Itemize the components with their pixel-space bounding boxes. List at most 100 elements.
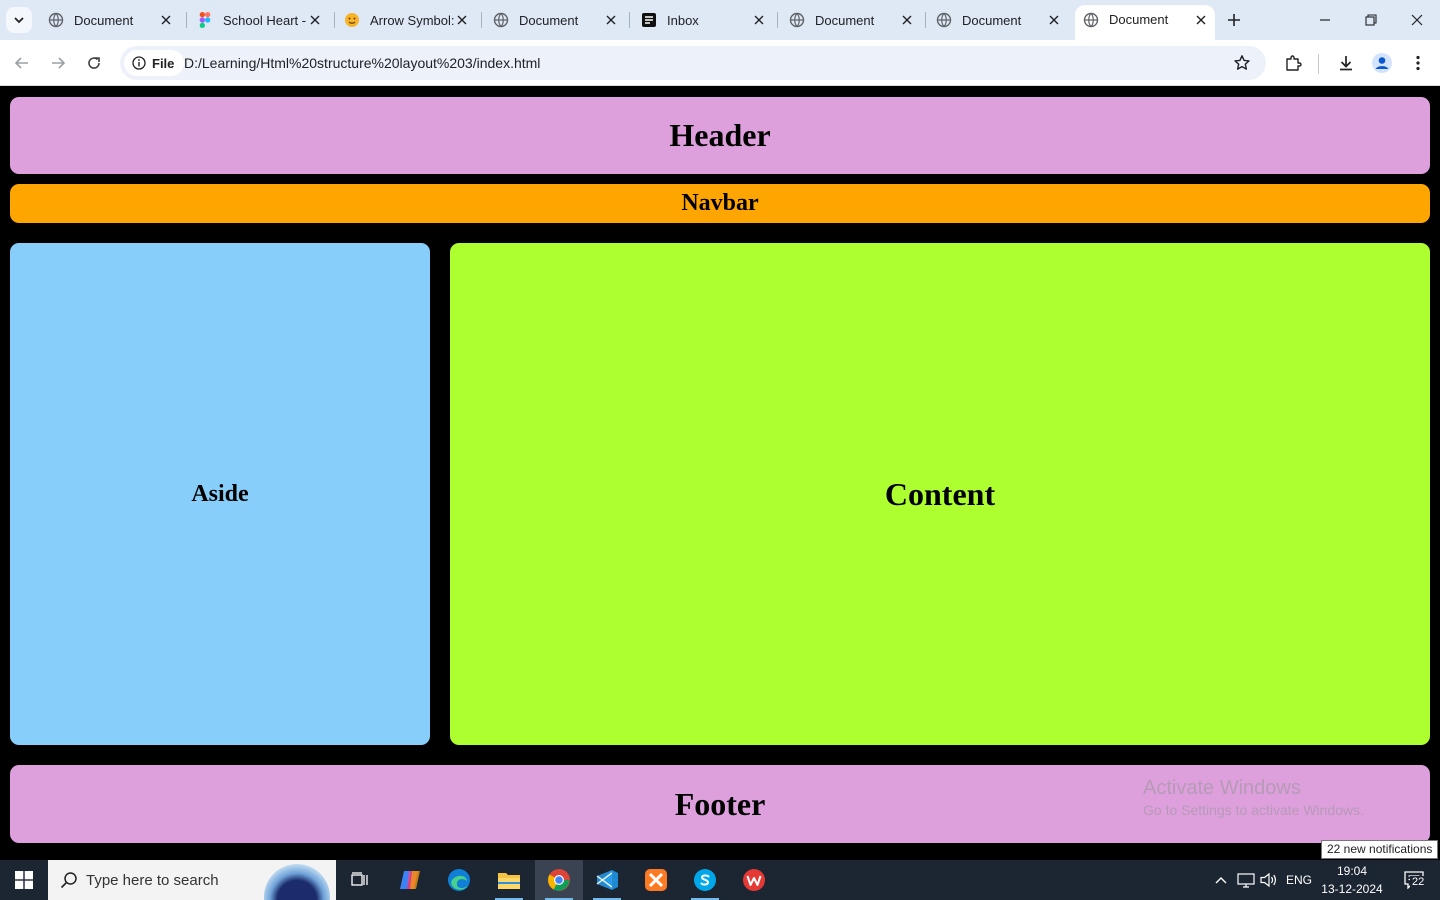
reload-icon (88, 57, 100, 69)
tab-separator (334, 12, 335, 28)
extensions-button[interactable] (1279, 49, 1307, 77)
tab-title: School Heart - (223, 12, 307, 28)
page-viewport: Header Navbar Aside Content Footer (0, 87, 1440, 860)
minimize-icon (1320, 19, 1330, 21)
tab-school-heart[interactable]: School Heart - (189, 6, 329, 34)
wps-office-icon[interactable] (730, 860, 778, 900)
profile-button[interactable] (1368, 49, 1396, 77)
chevron-up-icon[interactable] (1210, 860, 1232, 900)
search-highlight-art (264, 864, 330, 900)
globe-icon (48, 12, 64, 28)
tab-separator (925, 12, 926, 28)
volume-icon[interactable] (1258, 860, 1280, 900)
task-view-icon[interactable] (336, 860, 384, 900)
restore-button[interactable] (1348, 0, 1394, 40)
notification-tooltip: 22 new notifications (1321, 840, 1439, 859)
plus-icon (1228, 14, 1240, 26)
language-indicator[interactable]: ENG (1282, 860, 1316, 900)
skype-icon[interactable] (681, 860, 729, 900)
clock-date: 13-12-2024 (1321, 882, 1383, 896)
toolbar-divider (1318, 54, 1319, 74)
download-icon (1340, 56, 1352, 71)
puzzle-icon (1286, 55, 1302, 71)
clock-time: 19:04 (1336, 864, 1368, 878)
page-header: Header (10, 97, 1430, 174)
avatar-icon (1372, 53, 1392, 73)
close-icon[interactable] (454, 12, 470, 28)
file-explorer-icon[interactable] (485, 860, 533, 900)
close-icon[interactable] (158, 12, 174, 28)
emoji-icon (344, 12, 360, 28)
xampp-icon[interactable] (632, 860, 680, 900)
tab-document-4[interactable]: Document (928, 6, 1068, 34)
globe-icon (1083, 12, 1099, 28)
close-icon[interactable] (899, 12, 915, 28)
tab-title: Document (815, 12, 875, 28)
kebab-menu-icon (1416, 55, 1420, 71)
aside-label: Aside (191, 480, 249, 507)
globe-icon (493, 12, 509, 28)
tab-separator (186, 12, 187, 28)
taskbar-clock[interactable]: 19:04 13-12-2024 (1316, 862, 1388, 898)
site-info-chip[interactable]: File (124, 50, 185, 76)
watermark-title: Activate Windows (1143, 777, 1301, 799)
page-content: Content (450, 243, 1430, 745)
tab-document-3[interactable]: Document (781, 6, 921, 34)
new-tab-button[interactable] (1222, 8, 1246, 32)
figma-icon (197, 12, 213, 28)
tab-title: Arrow Symbol: (370, 12, 454, 28)
close-icon[interactable] (603, 12, 619, 28)
address-bar[interactable]: File D:/Learning/Html%20structure%20layo… (120, 46, 1266, 80)
tab-separator (481, 12, 482, 28)
chevron-down-icon (14, 17, 24, 24)
restore-icon (1365, 14, 1377, 26)
back-button[interactable] (8, 49, 36, 77)
tab-arrow-symbol[interactable]: Arrow Symbol: (336, 6, 476, 34)
tab-title: Document (74, 12, 134, 28)
windows-logo-icon (15, 871, 33, 889)
edge-icon[interactable] (435, 860, 483, 900)
tab-document-1[interactable]: Document (40, 6, 180, 34)
menu-button[interactable] (1404, 49, 1432, 77)
arrow-right-icon (52, 57, 66, 69)
chrome-icon[interactable] (535, 860, 583, 900)
star-icon (1234, 55, 1250, 70)
tab-separator (777, 12, 778, 28)
tab-document-active[interactable]: Document (1075, 5, 1215, 40)
tab-title: Document (962, 12, 1022, 28)
url-text[interactable]: D:/Learning/Html%20structure%20layout%20… (184, 46, 540, 80)
notification-count-badge: 22 (1410, 876, 1427, 889)
downloads-button[interactable] (1332, 49, 1360, 77)
content-label: Content (884, 475, 996, 512)
vscode-icon[interactable] (583, 860, 631, 900)
watermark-subtitle: Go to Settings to activate Windows. (1143, 802, 1364, 818)
network-icon[interactable] (1235, 860, 1257, 900)
taskbar: Type here to search ENG 19:04 13-12-2024 (0, 860, 1440, 900)
globe-icon (936, 12, 952, 28)
close-icon[interactable] (751, 12, 767, 28)
close-icon[interactable] (1046, 12, 1062, 28)
tab-search-button[interactable] (6, 7, 32, 33)
tab-title: Document (519, 12, 579, 28)
copilot-icon[interactable] (386, 860, 434, 900)
reload-button[interactable] (80, 49, 108, 77)
bookmark-button[interactable] (1228, 49, 1256, 77)
close-icon[interactable] (307, 12, 323, 28)
start-button[interactable] (0, 860, 48, 900)
tab-document-2[interactable]: Document (485, 6, 625, 34)
close-icon[interactable] (1193, 12, 1209, 28)
close-icon (1411, 14, 1423, 26)
forward-button[interactable] (44, 49, 72, 77)
info-icon (132, 56, 146, 70)
taskbar-search-box[interactable]: Type here to search (48, 860, 336, 900)
inbox-icon (641, 12, 657, 28)
close-window-button[interactable] (1394, 0, 1440, 40)
header-label: Header (669, 117, 771, 153)
tab-inbox[interactable]: Inbox (633, 6, 773, 34)
arrow-left-icon (14, 57, 28, 69)
minimize-button[interactable] (1302, 0, 1348, 40)
navbar-label: Navbar (681, 190, 759, 216)
site-chip-label: File (152, 55, 175, 71)
activate-windows-watermark: Activate Windows Go to Settings to activ… (1143, 776, 1364, 820)
page-navbar: Navbar (10, 184, 1430, 223)
